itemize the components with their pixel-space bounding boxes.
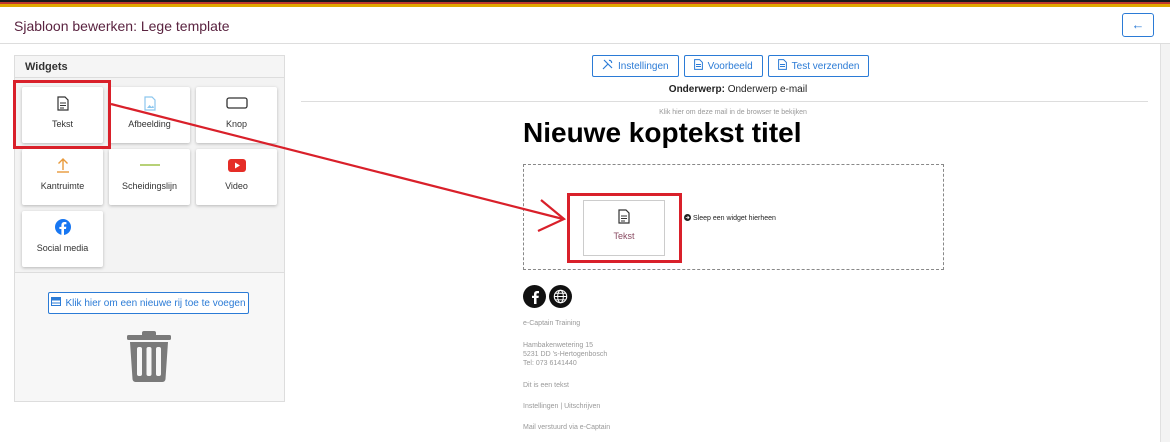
flag-stripe — [0, 0, 1170, 7]
arrow-up-icon — [22, 156, 103, 174]
widget-label: Social media — [36, 243, 89, 253]
drop-hint: Sleep een widget hierheen — [684, 214, 776, 223]
youtube-icon — [196, 156, 277, 174]
widget-scheidingslijn[interactable]: Scheidingslijn — [109, 149, 190, 205]
footer-text: Dit is een tekst — [523, 382, 569, 389]
widget-knop[interactable]: Knop — [196, 87, 277, 143]
drop-hint-label: Sleep een widget hierheen — [693, 215, 776, 222]
send-test-label: Test verzenden — [791, 60, 860, 72]
settings-label: Instellingen — [618, 60, 669, 72]
divider — [15, 272, 284, 273]
widget-label: Video — [225, 181, 248, 191]
arrow-circle-right-icon — [684, 214, 691, 223]
widget-kantruimte[interactable]: Kantruimte — [22, 149, 103, 205]
page-title: Sjabloon bewerken: Lege template — [14, 18, 230, 34]
divider — [301, 101, 1148, 102]
footer-phone: Tel: 073 6141440 — [523, 360, 577, 367]
rows-icon — [51, 297, 62, 309]
widget-afbeelding[interactable]: Afbeelding — [109, 87, 190, 143]
globe-icon[interactable] — [549, 285, 572, 308]
divider-icon — [109, 156, 190, 174]
widgets-title: Widgets — [15, 56, 284, 78]
highlight-target-box — [567, 193, 682, 263]
image-icon — [109, 94, 190, 112]
widget-video[interactable]: Video — [196, 149, 277, 205]
settings-button[interactable]: Instellingen — [592, 55, 679, 77]
button-icon — [196, 94, 277, 112]
document-icon — [777, 59, 787, 73]
footer-address-street: Hambakenwetering 15 — [523, 342, 594, 349]
subject-label: Onderwerp: — [668, 84, 725, 95]
footer-sent-via: Mail verstuurd via e-Captain — [523, 424, 611, 431]
add-row-label: Klik hier om een nieuwe rij toe te voege… — [65, 297, 246, 309]
widget-label: Knop — [225, 119, 248, 129]
widget-label: Kantruimte — [40, 181, 85, 191]
footer-address-city: 5231 DD 's-Hertogenbosch — [523, 351, 608, 358]
document-icon — [693, 59, 703, 73]
editor-toolbar: Instellingen Voorbeeld Test verzenden — [592, 55, 870, 77]
trash-icon[interactable] — [126, 330, 172, 382]
send-test-button[interactable]: Test verzenden — [767, 55, 870, 77]
email-heading[interactable]: Nieuwe koptekst titel — [523, 117, 802, 149]
tools-icon — [602, 59, 613, 73]
view-in-browser-link[interactable]: Klik hier om deze mail in de browser te … — [523, 109, 943, 116]
email-subject: Onderwerp: Onderwerp e-mail — [620, 84, 856, 95]
widget-label: Scheidingslijn — [121, 181, 178, 191]
preview-label: Voorbeeld — [707, 60, 753, 72]
footer-links[interactable]: Instellingen | Uitschrijven — [523, 402, 600, 411]
subject-value: Onderwerp e-mail — [727, 84, 808, 95]
scrollbar[interactable] — [1160, 44, 1170, 442]
widget-social-media[interactable]: Social media — [22, 211, 103, 267]
back-button[interactable]: ← — [1122, 13, 1154, 37]
page-header: Sjabloon bewerken: Lege template ← — [0, 7, 1170, 44]
add-row-button[interactable]: Klik hier om een nieuwe rij toe te voege… — [48, 292, 249, 314]
highlight-source-box — [13, 80, 111, 149]
facebook-icon — [22, 218, 103, 236]
widget-label: Afbeelding — [128, 119, 171, 129]
facebook-icon[interactable] — [523, 285, 546, 308]
footer-company: e-Captain Training — [523, 320, 581, 327]
preview-button[interactable]: Voorbeeld — [683, 55, 763, 77]
arrow-left-icon: ← — [1131, 17, 1145, 32]
